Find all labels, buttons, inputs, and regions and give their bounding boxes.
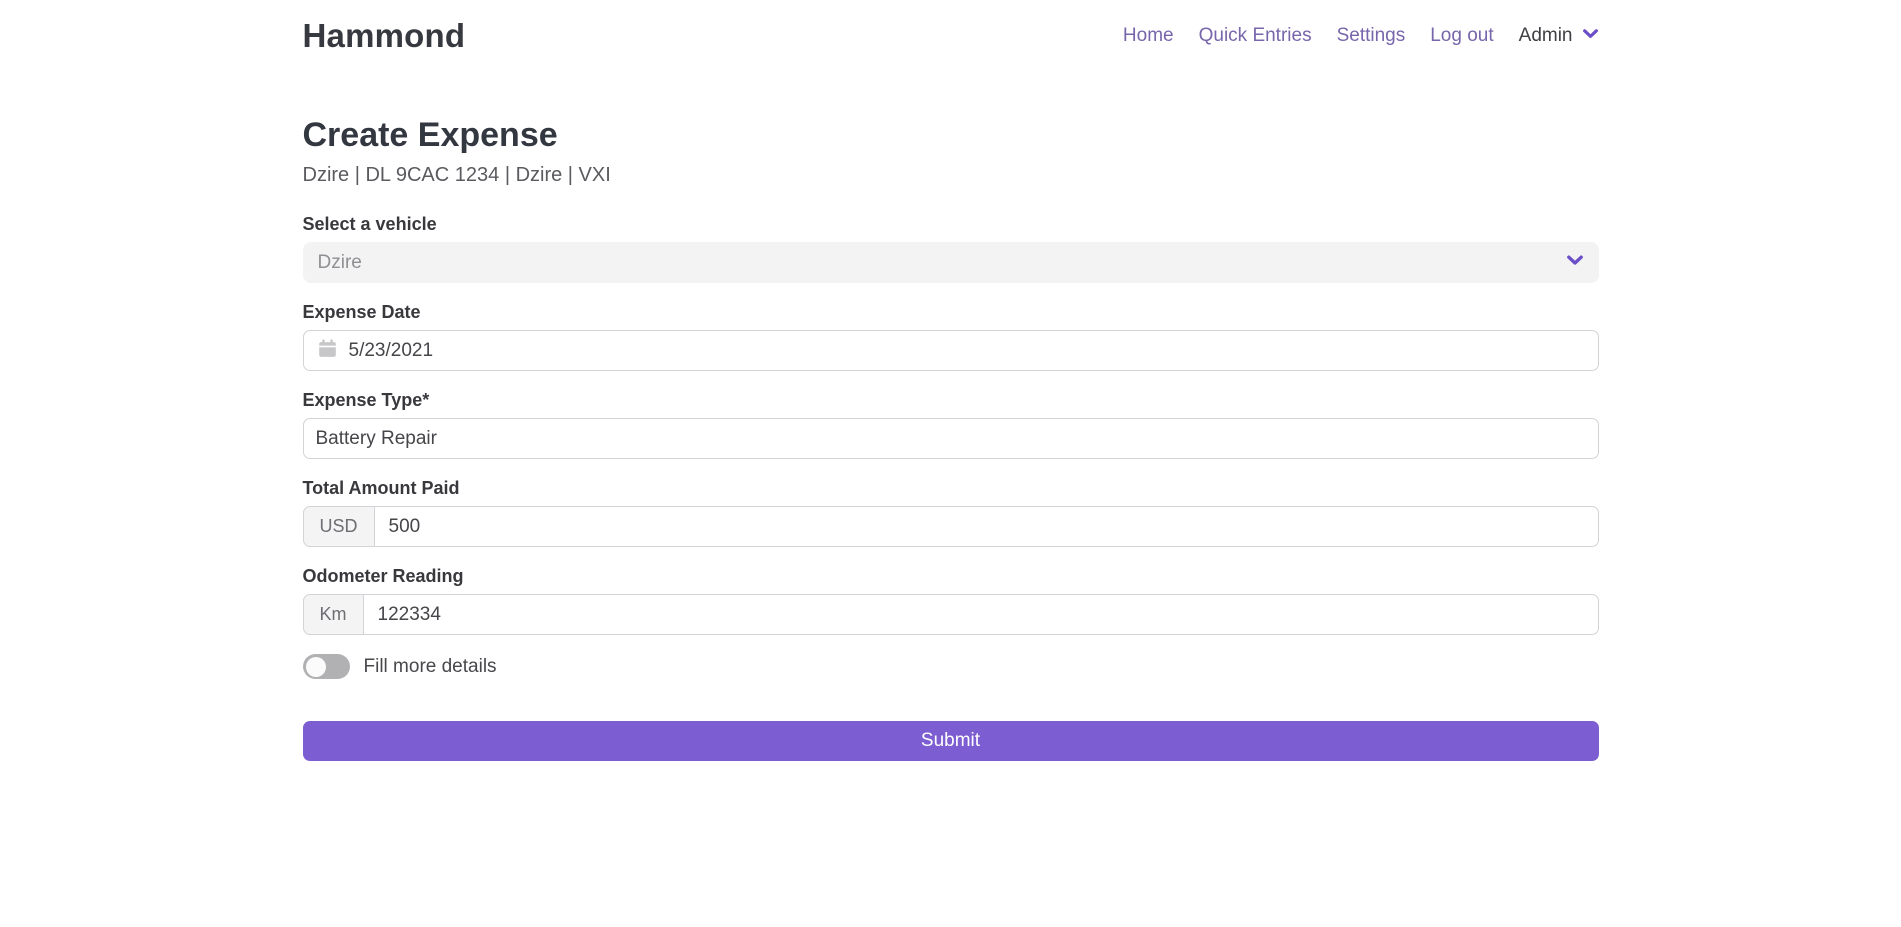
expense-date-input[interactable] — [337, 331, 1598, 370]
total-amount-label: Total Amount Paid — [303, 478, 1599, 499]
chevron-down-icon — [1566, 251, 1584, 274]
fill-more-details-row: Fill more details — [303, 654, 1599, 679]
main-nav: Home Quick Entries Settings Log out Admi… — [1123, 25, 1599, 47]
expense-type-label: Expense Type* — [303, 390, 1599, 411]
total-amount-field: Total Amount Paid USD — [303, 478, 1599, 547]
expense-date-label: Expense Date — [303, 302, 1599, 323]
odometer-field: Odometer Reading Km — [303, 566, 1599, 635]
odometer-label: Odometer Reading — [303, 566, 1599, 587]
expense-type-input[interactable] — [304, 419, 1598, 458]
odometer-input-group: Km — [303, 594, 1599, 635]
vehicle-select[interactable]: Dzire — [303, 242, 1599, 283]
create-expense-form: Select a vehicle Dzire Expense Date — [303, 214, 1599, 761]
vehicle-field: Select a vehicle Dzire — [303, 214, 1599, 283]
currency-prefix: USD — [303, 506, 375, 547]
nav-item-settings[interactable]: Settings — [1337, 25, 1406, 47]
vehicle-select-value: Dzire — [318, 252, 362, 274]
total-amount-input-group: USD — [303, 506, 1599, 547]
total-amount-input[interactable] — [375, 506, 1599, 547]
page-title: Create Expense — [303, 116, 1599, 155]
chevron-down-icon — [1582, 25, 1599, 47]
calendar-icon — [318, 339, 337, 363]
vehicle-summary-subtitle: Dzire | DL 9CAC 1234 | Dzire | VXI — [303, 164, 1599, 187]
toggle-knob — [306, 657, 326, 677]
expense-date-input-wrap — [303, 330, 1599, 371]
submit-button[interactable]: Submit — [303, 721, 1599, 761]
navbar: Hammond Home Quick Entries Settings Log … — [0, 0, 1901, 70]
brand-logo[interactable]: Hammond — [303, 17, 466, 55]
page-root: Hammond Home Quick Entries Settings Log … — [0, 0, 1901, 927]
user-menu-dropdown[interactable]: Admin — [1519, 25, 1599, 47]
distance-unit-prefix: Km — [303, 594, 364, 635]
nav-item-logout[interactable]: Log out — [1430, 25, 1493, 47]
nav-item-quick-entries[interactable]: Quick Entries — [1199, 25, 1312, 47]
fill-more-details-label: Fill more details — [364, 656, 497, 678]
expense-date-field: Expense Date — [303, 302, 1599, 371]
fill-more-details-toggle[interactable] — [303, 654, 350, 679]
odometer-input[interactable] — [364, 594, 1599, 635]
expense-type-input-wrap — [303, 418, 1599, 459]
user-menu-label: Admin — [1519, 25, 1573, 47]
nav-item-home[interactable]: Home — [1123, 25, 1174, 47]
create-expense-form-section: Create Expense Dzire | DL 9CAC 1234 | Dz… — [303, 70, 1599, 761]
expense-type-field: Expense Type* — [303, 390, 1599, 459]
vehicle-select-label: Select a vehicle — [303, 214, 1599, 235]
